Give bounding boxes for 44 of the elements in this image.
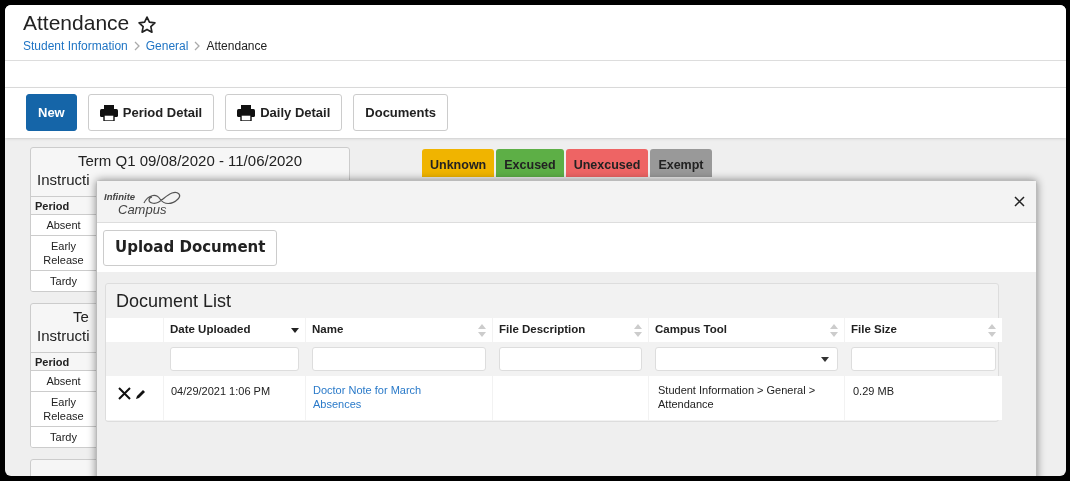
- toolbar-button[interactable]: Period Detail: [87, 94, 215, 131]
- legend-tag: Excused: [496, 149, 564, 177]
- filter-field[interactable]: [851, 347, 996, 371]
- close-button[interactable]: [1012, 194, 1026, 209]
- pencil-icon[interactable]: [135, 389, 146, 400]
- filter-field[interactable]: [499, 347, 642, 371]
- term-subtitle: Instructi: [37, 327, 90, 344]
- logo: Infinite Campus: [104, 186, 184, 217]
- chevron-right-icon: [194, 41, 201, 51]
- column-header[interactable]: Campus Tool: [649, 318, 844, 342]
- upload-document-button[interactable]: Upload Document: [103, 229, 278, 266]
- breadcrumb-link[interactable]: Student Information: [23, 37, 128, 55]
- legend-tag: Exempt: [650, 149, 712, 177]
- period-header: Period: [31, 352, 96, 370]
- filter-select[interactable]: [655, 347, 838, 371]
- blank-column-header: [106, 318, 163, 342]
- table-cell: 04/29/2021 1:06 PM: [171, 385, 271, 397]
- filter-field[interactable]: [312, 347, 486, 371]
- period-header: Period: [31, 196, 96, 214]
- legend-tag: Unexcused: [565, 149, 649, 177]
- term-subtitle: Instructi: [37, 171, 90, 188]
- delete-icon[interactable]: [118, 387, 131, 400]
- breadcrumb-current: Attendance: [206, 38, 268, 55]
- legend-tag: Unknown: [422, 149, 495, 177]
- chevron-right-icon: [133, 41, 140, 51]
- column-header[interactable]: Name: [306, 318, 492, 342]
- panel-title: Document List: [115, 290, 233, 313]
- toolbar-button[interactable]: Documents: [353, 94, 449, 131]
- table-cell: 0.29 MB: [853, 385, 894, 397]
- toolbar-button[interactable]: New: [26, 94, 77, 131]
- favorite-star-icon[interactable]: [137, 15, 158, 35]
- term-title: Te: [73, 308, 89, 325]
- column-header[interactable]: File Description: [493, 318, 648, 342]
- printer-icon: [99, 104, 118, 121]
- breadcrumb-link[interactable]: General: [145, 37, 189, 55]
- toolbar-button[interactable]: Daily Detail: [225, 94, 343, 131]
- table-cell: Student Information > General > Attendance: [658, 384, 816, 410]
- filter-field[interactable]: [170, 347, 299, 371]
- printer-icon: [237, 104, 256, 121]
- column-header[interactable]: File Size: [845, 318, 1002, 342]
- term-title: Term Q1 09/08/2020 - 11/06/2020: [77, 152, 302, 169]
- dropdown-caret-icon: [821, 356, 829, 362]
- column-header[interactable]: Date Uploaded: [164, 318, 305, 342]
- page-title: Attendance: [23, 10, 130, 36]
